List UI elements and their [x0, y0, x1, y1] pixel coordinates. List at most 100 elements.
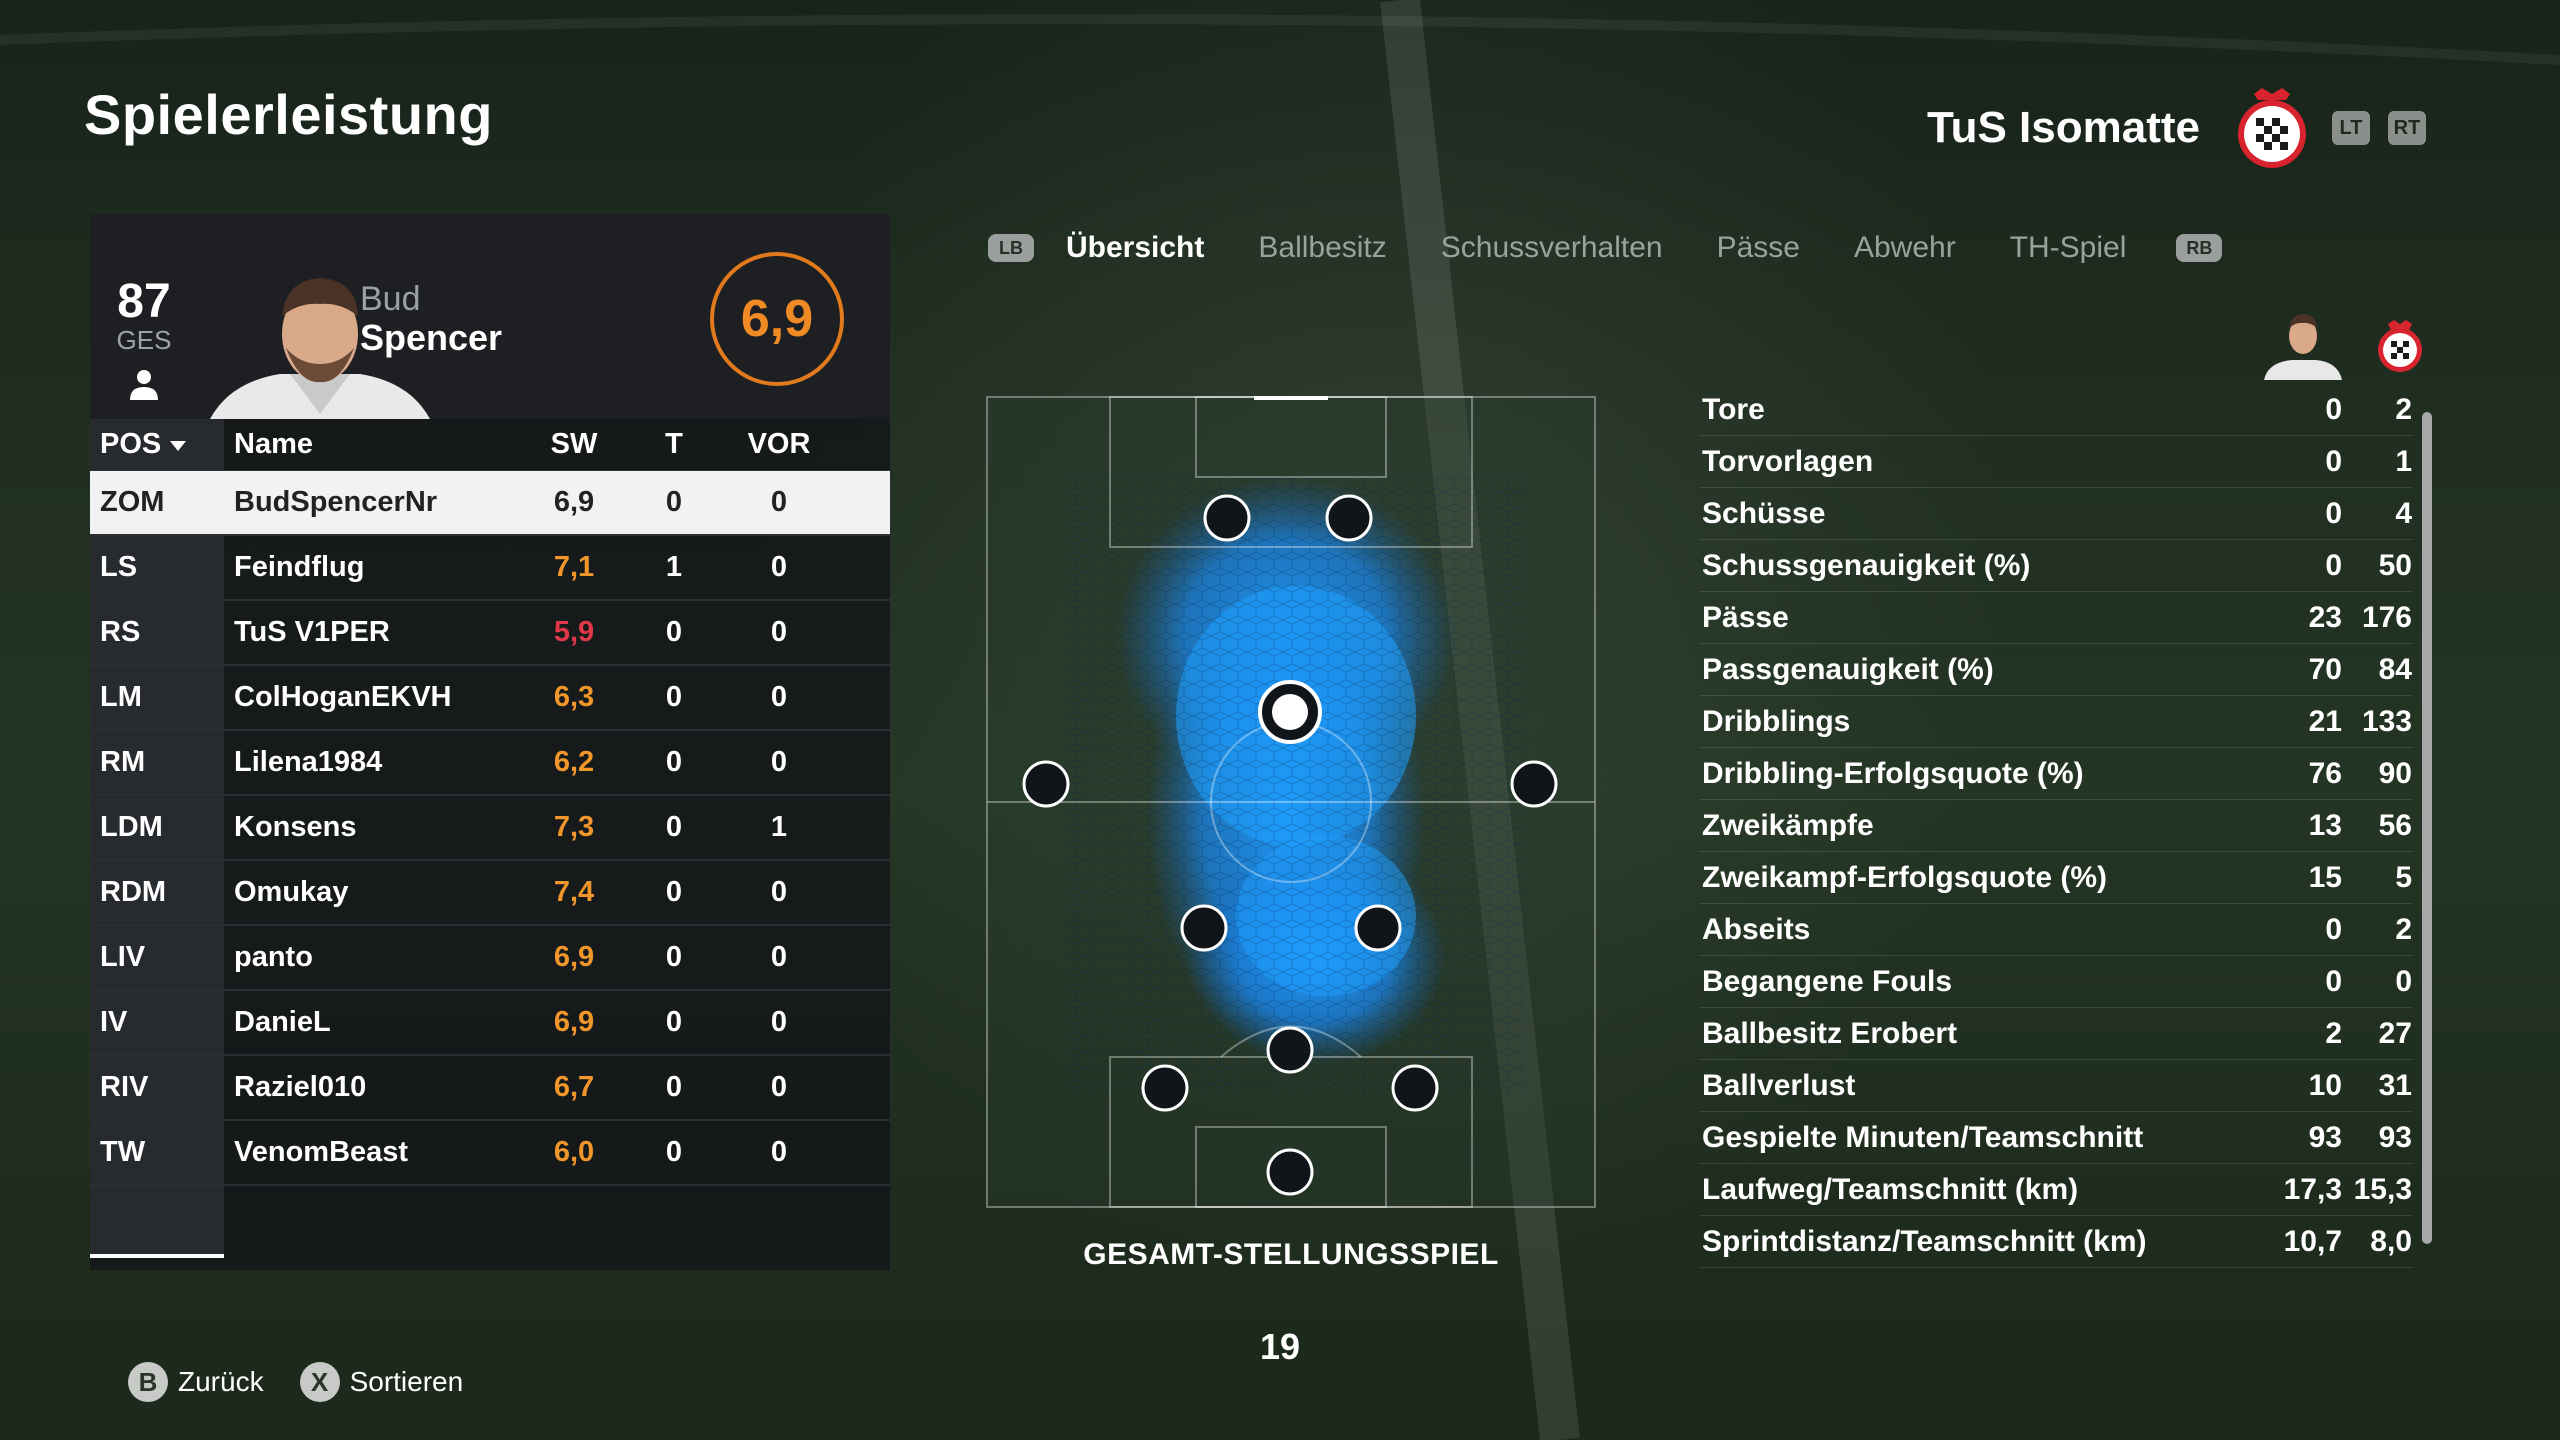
stat-team-value: 5 [2395, 860, 2412, 894]
list-scroll-indicator [90, 1254, 224, 1258]
tab-th-spiel[interactable]: TH-Spiel [2010, 231, 2127, 265]
match-rating-value: 6,9 [740, 290, 814, 348]
tab-abwehr[interactable]: Abwehr [1854, 231, 1956, 265]
lt-button[interactable]: LT [2332, 111, 2370, 145]
row-vor: 0 [770, 1006, 788, 1038]
row-name: DanieL [234, 1006, 331, 1038]
goal-marker [1254, 396, 1328, 400]
stat-label: Schüsse [1702, 496, 1826, 530]
row-sw: 5,9 [553, 616, 595, 648]
row-pos: RIV [90, 1056, 224, 1119]
empty-pos-cell [90, 1186, 224, 1256]
row-name: Feindflug [234, 551, 365, 583]
stat-label: Pässe [1702, 600, 1789, 634]
table-row[interactable]: IV DanieL 6,9 0 0 [90, 991, 890, 1056]
row-name: Raziel010 [234, 1071, 367, 1103]
caret-down-icon [170, 440, 187, 451]
page-title: Spielerleistung [84, 83, 493, 146]
x-button-icon[interactable]: X [299, 1362, 340, 1402]
stat-label: Dribblings [1702, 704, 1851, 738]
stat-label: Schussgenauigkeit (%) [1702, 548, 2031, 582]
row-t: 0 [665, 746, 683, 778]
rt-button[interactable]: RT [2388, 111, 2426, 145]
table-row[interactable]: LIV panto 6,9 0 0 [90, 926, 890, 991]
stat-player-value: 0 [2325, 964, 2342, 998]
back-label[interactable]: Zurück [178, 1366, 264, 1398]
stat-label: Gespielte Minuten/Teamschnitt [1702, 1120, 2144, 1154]
stat-team-value: 93 [2378, 1120, 2412, 1154]
row-pos: RM [90, 731, 224, 794]
stat-player-value: 0 [2325, 912, 2342, 946]
table-row[interactable]: TW VenomBeast 6,0 0 0 [90, 1121, 890, 1186]
tab-ballbesitz[interactable]: Ballbesitz [1258, 231, 1386, 265]
team-header: TuS Isomatte LT RT [1900, 88, 2460, 168]
stat-team-value: 50 [2378, 548, 2412, 582]
stat-team-value: 2 [2395, 392, 2412, 426]
heatmap-caption: GESAMT-STELLUNGSSPIEL [1083, 1238, 1499, 1271]
player-last-name: Spencer [360, 317, 503, 358]
row-sw: 6,9 [553, 486, 595, 518]
table-row[interactable]: LDM Konsens 7,3 0 1 [90, 796, 890, 861]
stat-player-value: 17,3 [2283, 1172, 2342, 1206]
table-row[interactable]: RIV Raziel010 6,7 0 0 [90, 1056, 890, 1121]
stat-label: Sprintdistanz/Teamschnitt (km) [1702, 1224, 2147, 1258]
stat-row: Gespielte Minuten/Teamschnitt 93 93 [1700, 1112, 2412, 1164]
row-name: VenomBeast [234, 1136, 409, 1168]
lb-button[interactable]: LB [988, 234, 1034, 262]
row-sw: 6,3 [553, 681, 595, 713]
row-vor: 0 [770, 681, 788, 713]
stat-team-value: 0 [2395, 964, 2412, 998]
table-row[interactable]: LS Feindflug 7,1 1 0 [90, 536, 890, 601]
player-list-panel: 87 GES Bud Spencer 6,9 POS Name SW T VOR… [90, 214, 890, 1270]
column-header-name[interactable]: Name [224, 428, 524, 461]
player-rows: ZOM BudSpencerNr 6,9 0 0 LS Feindflug 7,… [90, 471, 890, 1256]
row-pos: ZOM [90, 471, 224, 534]
stat-row: Dribblings 21 133 [1700, 696, 2412, 748]
stat-player-value: 0 [2325, 548, 2342, 582]
stat-team-value: 176 [2361, 600, 2412, 634]
stat-team-value: 31 [2378, 1068, 2412, 1102]
table-row[interactable]: ZOM BudSpencerNr 6,9 0 0 [90, 471, 890, 536]
table-row[interactable]: RS TuS V1PER 5,9 0 0 [90, 601, 890, 666]
stat-label: Zweikämpfe [1702, 808, 1874, 842]
team-name: TuS Isomatte [1926, 103, 2200, 152]
column-header-vor[interactable]: VOR [724, 428, 834, 461]
stat-label: Begangene Fouls [1702, 964, 1953, 998]
column-header-t[interactable]: T [624, 428, 724, 461]
row-pos: LS [90, 536, 224, 599]
column-header-sw[interactable]: SW [524, 428, 624, 461]
row-sw: 6,7 [553, 1071, 595, 1103]
row-vor: 0 [770, 1136, 788, 1168]
player-avatar-icon [2264, 314, 2342, 380]
table-row[interactable]: RM Lilena1984 6,2 0 0 [90, 731, 890, 796]
b-button-icon[interactable]: B [128, 1362, 168, 1402]
row-t: 0 [665, 616, 683, 648]
stat-row: Tore 0 2 [1700, 384, 2412, 436]
row-name: BudSpencerNr [234, 486, 438, 518]
row-vor: 0 [770, 941, 788, 973]
tab-uebersicht[interactable]: Übersicht [1066, 231, 1204, 265]
row-t: 1 [665, 551, 683, 583]
row-sw: 7,3 [553, 811, 595, 843]
tab-schussverhalten[interactable]: Schussverhalten [1441, 231, 1663, 265]
row-vor: 0 [770, 616, 788, 648]
row-name: panto [234, 941, 313, 973]
stat-player-value: 10 [2308, 1068, 2342, 1102]
tab-paesse[interactable]: Pässe [1717, 231, 1800, 265]
stats-scrollbar[interactable] [2422, 412, 2432, 1244]
rb-button[interactable]: RB [2176, 234, 2223, 262]
stat-label: Tore [1702, 392, 1765, 426]
row-sw: 6,9 [553, 941, 595, 973]
row-pos: LDM [90, 796, 224, 859]
row-t: 0 [665, 1071, 683, 1103]
table-row[interactable]: LM ColHoganEKVH 6,3 0 0 [90, 666, 890, 731]
tab-bar: LB Übersicht Ballbesitz Schussverhalten … [988, 226, 2223, 270]
row-vor: 0 [770, 551, 788, 583]
player-first-name: Bud [360, 280, 421, 318]
table-row[interactable]: RDM Omukay 7,4 0 0 [90, 861, 890, 926]
column-header-pos[interactable]: POS [90, 419, 224, 470]
stat-label: Zweikampf-Erfolgsquote (%) [1702, 860, 2108, 894]
sort-label[interactable]: Sortieren [350, 1366, 464, 1398]
row-sw: 6,0 [553, 1136, 595, 1168]
stat-row: Schüsse 0 4 [1700, 488, 2412, 540]
